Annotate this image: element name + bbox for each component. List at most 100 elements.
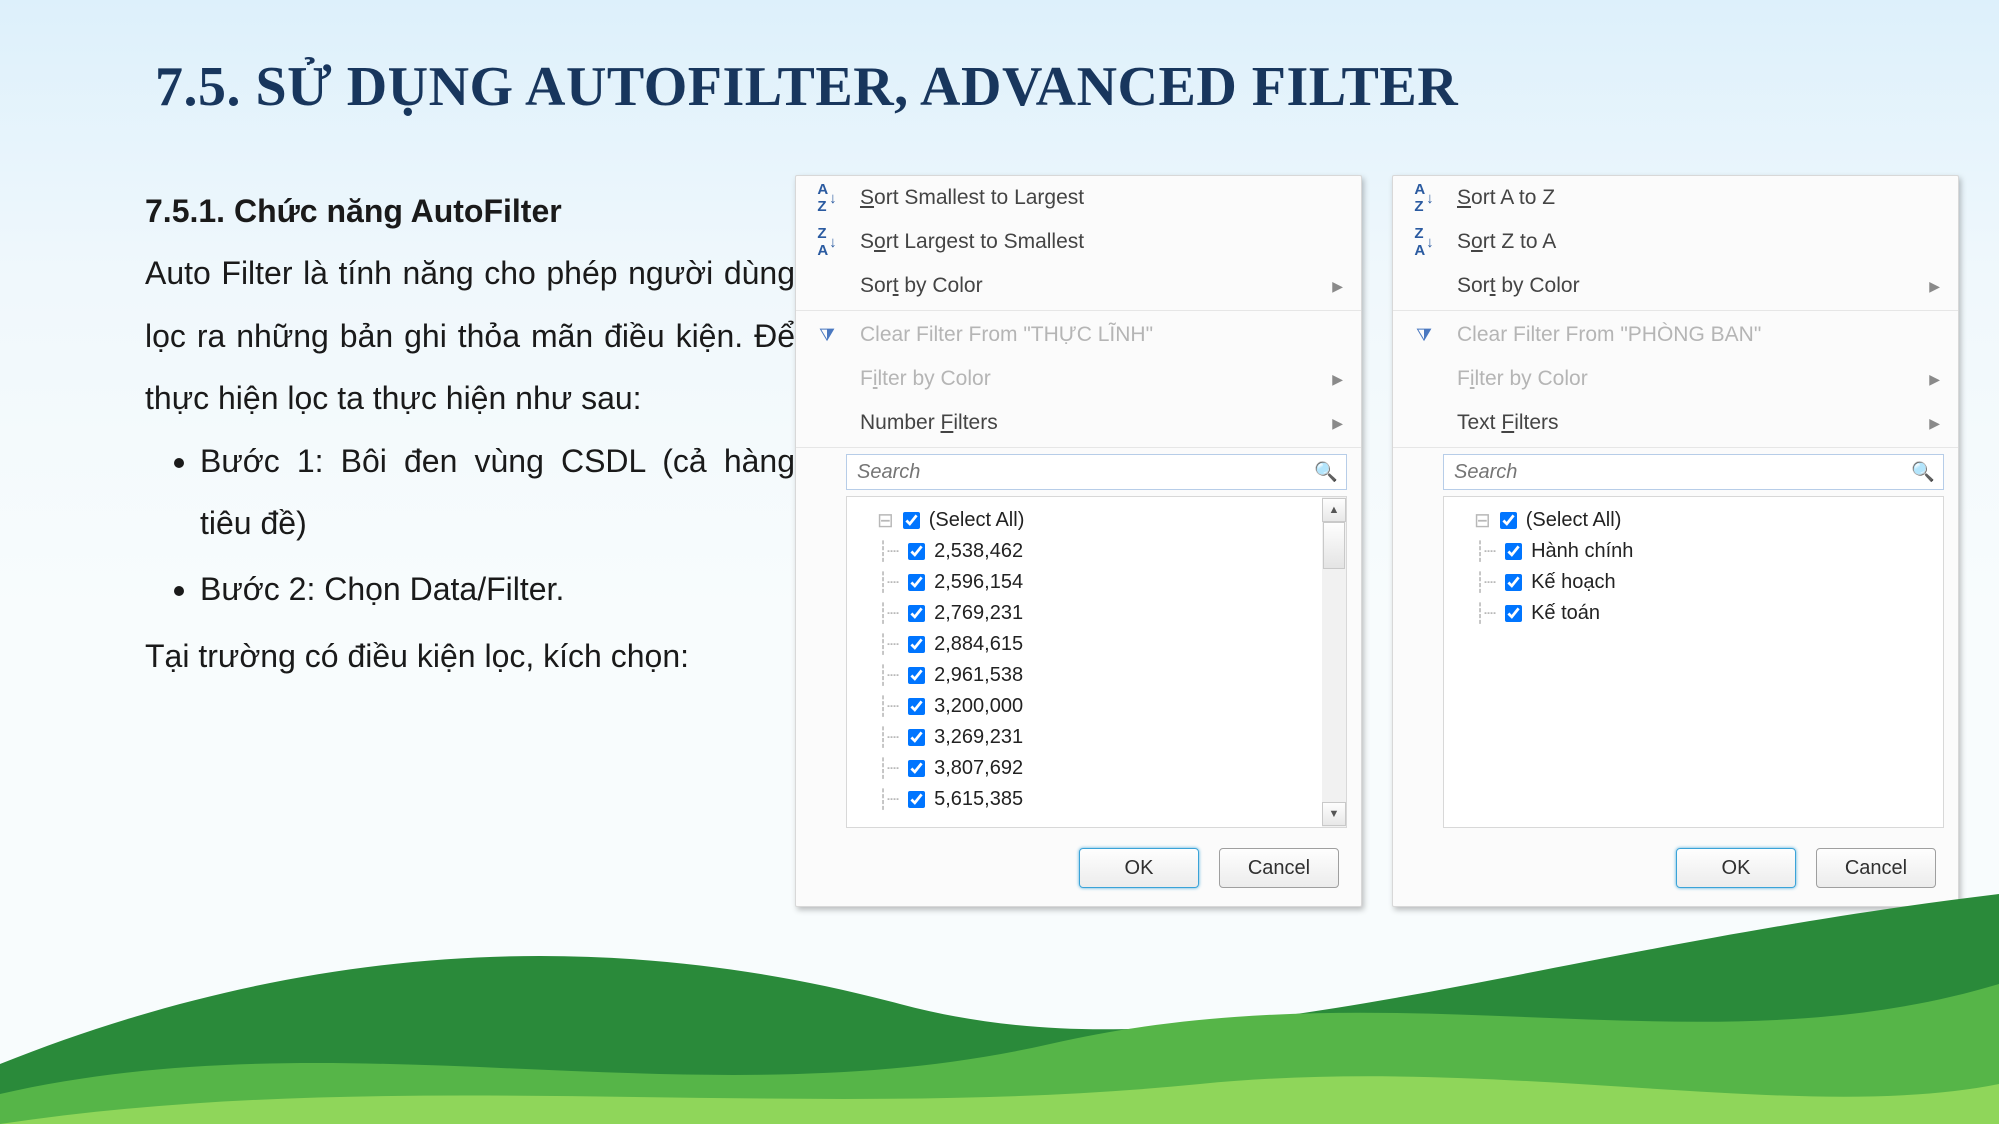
autofilter-dropdown-text: AZ↓ Sort A to Z ZA↓ Sort Z to A Sort by … [1392, 175, 1959, 907]
sort-descending[interactable]: ZA↓ Sort Largest to Smallest [796, 220, 1361, 264]
sort-desc-icon: ZA↓ [1405, 225, 1443, 259]
filter-value-label: 2,769,231 [934, 602, 1023, 625]
clear-filter-icon: ⧩ [808, 325, 846, 346]
filter-value-item[interactable]: ┊┈ 3,807,692 [877, 753, 1318, 784]
sort-ascending[interactable]: AZ↓ Sort A to Z [1393, 176, 1958, 220]
filter-value-item[interactable]: ┊┈ 2,884,615 [877, 629, 1318, 660]
filter-by-color: Filter by Color ▶ [796, 357, 1361, 401]
tree-connector-icon: ┊┈ [1474, 570, 1494, 595]
sort-desc-label: Sort Largest to Smallest [860, 230, 1343, 254]
tree-connector-icon: ┊┈ [877, 694, 897, 719]
filter-value-checkbox[interactable] [903, 512, 920, 529]
paragraph-1: Auto Filter là tính năng cho phép người … [145, 242, 795, 429]
filter-value-item[interactable]: ┊┈3,269,231 [877, 722, 1318, 753]
search-icon: 🔍 [1314, 460, 1338, 484]
submenu-arrow-icon: ▶ [1929, 371, 1940, 388]
scroll-down-button[interactable]: ▼ [1322, 802, 1346, 826]
scroll-up-button[interactable]: ▲ [1322, 498, 1346, 522]
filter-value-checkbox[interactable] [908, 574, 925, 591]
filter-value-checkbox[interactable] [908, 698, 925, 715]
filter-value-checkbox[interactable] [908, 667, 925, 684]
slide-title: 7.5. SỬ DỤNG AUTOFILTER, ADVANCED FILTER [155, 55, 1458, 119]
clear-filter: ⧩ Clear Filter From "THỰC LĨNH" [796, 313, 1361, 357]
filter-value-item[interactable]: ┊┈2,596,154 [877, 567, 1318, 598]
filter-value-label: 2,596,154 [934, 571, 1023, 594]
filter-value-label: Kế toán [1531, 602, 1600, 625]
tree-connector-icon: ┊┈ [1474, 539, 1494, 564]
number-filters[interactable]: Number Filters ▶ [796, 401, 1361, 445]
filter-by-color-label: Filter by Color [860, 367, 1318, 391]
filter-values-list: ⊟(Select All)┊┈Hành chính┊┈Kế hoạch┊┈Kế … [1443, 496, 1944, 828]
filter-search-input[interactable] [855, 460, 1314, 485]
separator [1393, 310, 1958, 311]
filter-value-label: (Select All) [929, 509, 1025, 532]
filter-value-checkbox[interactable] [1505, 574, 1522, 591]
filter-value-label: 2,961,538 [934, 664, 1023, 687]
filter-value-checkbox[interactable] [908, 791, 925, 808]
clear-filter-label: Clear Filter From "PHÒNG BAN" [1457, 323, 1940, 347]
filter-value-label: 5,615,385 [934, 788, 1023, 811]
filter-value-item[interactable]: ┊┈3,200,000 [877, 691, 1318, 722]
filter-value-label: 3,269,231 [934, 726, 1023, 749]
sort-asc-icon: AZ↓ [1405, 181, 1443, 215]
filter-value-label: Hành chính [1531, 540, 1633, 563]
filter-value-checkbox[interactable] [1505, 543, 1522, 560]
filter-values-inner[interactable]: ⊟(Select All)┊┈Hành chính┊┈Kế hoạch┊┈Kế … [1444, 497, 1919, 827]
search-icon: 🔍 [1911, 460, 1935, 484]
filter-value-item[interactable]: ⊟ (Select All) [1474, 505, 1915, 536]
sort-by-color[interactable]: Sort by Color ▶ [796, 264, 1361, 308]
filter-value-item[interactable]: ⊟ (Select All) [877, 505, 1318, 536]
scrollbar[interactable]: ▲ ▼ [1322, 497, 1346, 827]
filter-value-item[interactable]: ┊┈2,538,462 [877, 536, 1318, 567]
clear-filter-icon: ⧩ [1405, 325, 1443, 346]
filter-value-checkbox[interactable] [908, 760, 925, 777]
separator [1393, 447, 1958, 448]
filter-search-input[interactable] [1452, 460, 1911, 485]
sort-by-color[interactable]: Sort by Color ▶ [1393, 264, 1958, 308]
sort-by-color-label: Sort by Color [860, 274, 1318, 298]
sort-asc-label: Sort Smallest to Largest [860, 186, 1343, 210]
bullet-item: Bước 2: Chọn Data/Filter. [200, 558, 795, 620]
submenu-arrow-icon: ▶ [1332, 371, 1343, 388]
tree-connector-icon: ⊟ [1474, 508, 1489, 533]
filter-value-label: 3,807,692 [934, 757, 1023, 780]
sort-desc-label: Sort Z to A [1457, 230, 1940, 254]
submenu-arrow-icon: ▶ [1929, 278, 1940, 295]
filter-value-checkbox[interactable] [908, 729, 925, 746]
filter-search[interactable]: 🔍 [1443, 454, 1944, 490]
bullet-list: Bước 1: Bôi đen vùng CSDL (cả hàng tiêu … [145, 430, 795, 621]
sort-ascending[interactable]: AZ↓ Sort Smallest to Largest [796, 176, 1361, 220]
tree-connector-icon: ┊┈ [877, 756, 897, 781]
filter-search[interactable]: 🔍 [846, 454, 1347, 490]
sort-desc-icon: ZA↓ [808, 225, 846, 259]
filter-value-item[interactable]: ┊┈5,615,385 [877, 784, 1318, 815]
filter-value-checkbox[interactable] [908, 636, 925, 653]
filter-values-list: ⊟(Select All)┊┈2,538,462┊┈2,596,154┊┈2,7… [846, 496, 1347, 828]
sort-by-color-label: Sort by Color [1457, 274, 1915, 298]
tree-connector-icon: ⊟ [877, 508, 892, 533]
paragraph-2: Tại trường có điều kiện lọc, kích chọn: [145, 625, 795, 687]
scroll-thumb[interactable] [1323, 522, 1345, 569]
filter-value-item[interactable]: ┊┈2,961,538 [877, 660, 1318, 691]
filter-value-checkbox[interactable] [1505, 605, 1522, 622]
filter-values-inner[interactable]: ⊟(Select All)┊┈2,538,462┊┈2,596,154┊┈2,7… [847, 497, 1322, 827]
submenu-arrow-icon: ▶ [1332, 415, 1343, 432]
filter-value-label: 2,884,615 [934, 633, 1023, 656]
filter-value-label: (Select All) [1526, 509, 1622, 532]
filter-value-label: 2,538,462 [934, 540, 1023, 563]
sort-descending[interactable]: ZA↓ Sort Z to A [1393, 220, 1958, 264]
filter-value-item[interactable]: ┊┈2,769,231 [877, 598, 1318, 629]
text-body: 7.5.1. Chức năng AutoFilter Auto Filter … [145, 180, 795, 687]
filter-value-item[interactable]: ┊┈Kế toán [1474, 598, 1915, 629]
filter-value-checkbox[interactable] [908, 543, 925, 560]
filter-value-item[interactable]: ┊┈Kế hoạch [1474, 567, 1915, 598]
filter-value-checkbox[interactable] [908, 605, 925, 622]
filter-value-checkbox[interactable] [1500, 512, 1517, 529]
decorative-hills [0, 864, 1999, 1124]
sort-asc-icon: AZ↓ [808, 181, 846, 215]
autofilter-dropdown-number: AZ↓ Sort Smallest to Largest ZA↓ Sort La… [795, 175, 1362, 907]
tree-connector-icon: ┊┈ [877, 632, 897, 657]
filter-value-item[interactable]: ┊┈ Hành chính [1474, 536, 1915, 567]
submenu-arrow-icon: ▶ [1929, 415, 1940, 432]
text-filters[interactable]: Text Filters ▶ [1393, 401, 1958, 445]
